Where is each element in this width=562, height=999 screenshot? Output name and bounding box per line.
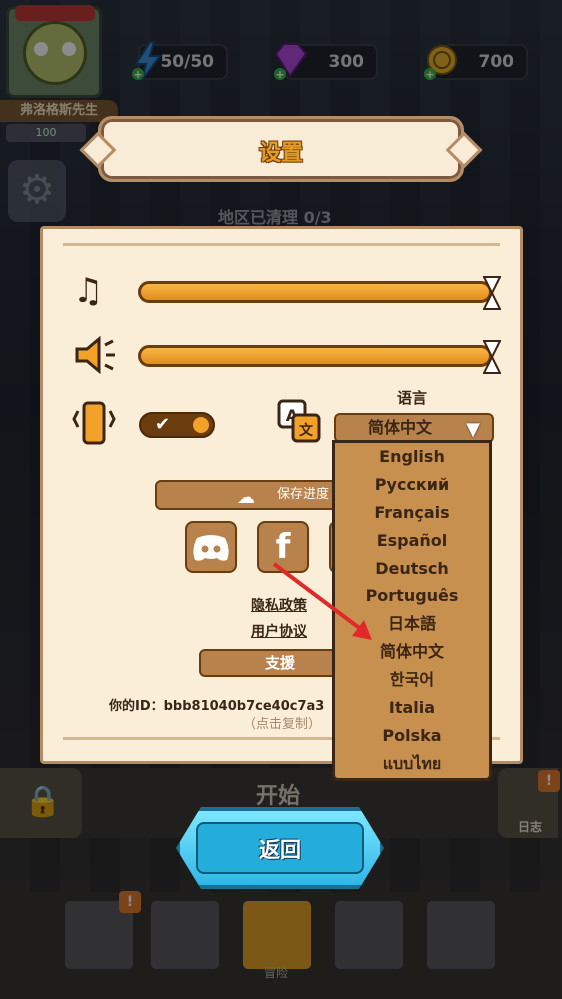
check-icon: ✔ (155, 414, 171, 435)
discord-button[interactable] (185, 521, 237, 573)
discord-icon (193, 535, 229, 561)
language-option[interactable]: Português (335, 582, 489, 610)
language-option[interactable]: Polska (335, 722, 489, 750)
language-selected-value: 简体中文 (368, 418, 433, 437)
save-progress-button[interactable]: ☁ 保存进度 (155, 480, 355, 510)
save-progress-label: 保存进度 (277, 487, 330, 502)
language-option[interactable]: English (335, 443, 489, 471)
tap-to-copy[interactable]: （点击复制） (243, 713, 321, 732)
language-option[interactable]: Deutsch (335, 555, 489, 583)
language-option[interactable]: Français (335, 499, 489, 527)
cloud-icon: ☁ (237, 487, 255, 508)
language-option[interactable]: Italia (335, 694, 489, 722)
language-option[interactable]: 日本語 (335, 610, 489, 638)
language-select[interactable]: 简体中文 ▼ (334, 413, 494, 443)
language-option[interactable]: Español (335, 527, 489, 555)
language-option[interactable]: 한국어 (335, 666, 489, 694)
speaker-icon (73, 335, 117, 384)
svg-text:文: 文 (299, 422, 314, 439)
vibration-icon (71, 401, 117, 454)
player-id[interactable]: 你的ID：bbb81040b7ce40c7a3 (109, 695, 324, 714)
music-slider-handle[interactable] (482, 276, 502, 310)
language-option-selected[interactable]: 简体中文 (335, 638, 489, 666)
sound-volume-slider[interactable] (138, 340, 502, 374)
back-label[interactable]: 返回 (196, 834, 364, 864)
privacy-policy-link[interactable]: 隐私政策 (251, 595, 307, 615)
support-label: 支援 (265, 654, 296, 672)
sound-slider-handle[interactable] (482, 340, 502, 374)
music-volume-slider[interactable] (138, 276, 502, 310)
facebook-button[interactable]: f (257, 521, 309, 573)
user-agreement-link[interactable]: 用户协议 (251, 621, 307, 641)
language-option[interactable]: Русский (335, 471, 489, 499)
panel-ornament-top (63, 243, 500, 253)
facebook-icon: f (275, 527, 291, 567)
dialog-title: 设置 (258, 141, 303, 166)
language-dropdown-list: English Русский Français Español Deutsch… (332, 440, 492, 781)
toggle-knob (191, 415, 211, 435)
translate-icon: A文 (275, 397, 323, 454)
vibration-toggle[interactable]: ✔ (139, 412, 215, 438)
music-icon: ♫ (73, 271, 104, 311)
language-label: 语言 (397, 389, 428, 407)
settings-title-banner: 设置 (79, 116, 483, 182)
language-option[interactable]: แบบไทย (335, 750, 489, 778)
